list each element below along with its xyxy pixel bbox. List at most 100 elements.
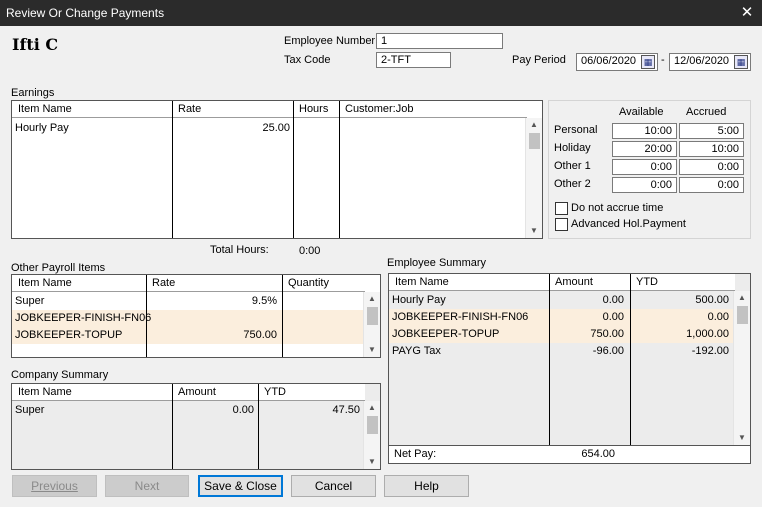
total-hours-label: Total Hours: [210, 244, 269, 256]
scroll-down-icon[interactable]: ▼ [734, 431, 750, 445]
close-icon[interactable]: ✕ [732, 0, 762, 26]
earnings-col-item: Item Name [12, 101, 172, 118]
employee-col-item: Item Name [389, 274, 549, 291]
pay-period-from-value: 06/06/2020 [581, 55, 637, 67]
do-not-accrue-checkbox[interactable] [555, 202, 568, 215]
previous-button[interactable]: Previous [12, 475, 97, 497]
save-close-button-label: Save & Close [204, 479, 277, 493]
save-close-button[interactable]: Save & Close [198, 475, 283, 497]
company-col-item: Item Name [12, 384, 172, 401]
leave-available-header: Available [619, 106, 664, 118]
leave-other1-available[interactable]: 0:00 [612, 159, 677, 175]
scroll-thumb[interactable] [737, 306, 748, 324]
company-summary-title: Company Summary [11, 369, 109, 381]
tax-code-label: Tax Code [284, 54, 331, 66]
employee-item: JOBKEEPER-FINISH-FN06 [392, 311, 529, 323]
other-payroll-scrollbar[interactable]: ▲ ▼ [363, 292, 380, 357]
leave-holiday-available[interactable]: 20:00 [612, 141, 677, 157]
advanced-hol-label: Advanced Hol.Payment [571, 218, 686, 230]
other-payroll-title: Other Payroll Items [11, 262, 106, 274]
employee-number-label: Employee Number [284, 35, 376, 47]
leave-personal-available[interactable]: 10:00 [612, 123, 677, 139]
leave-holiday-label: Holiday [554, 142, 591, 154]
company-col-amount: Amount [172, 384, 258, 401]
help-button-label: Help [414, 479, 439, 493]
net-pay-value: 654.00 [581, 448, 615, 460]
leave-other2-accrued[interactable]: 0:00 [679, 177, 744, 193]
other-payroll-item: JOBKEEPER-FINISH-FN06 [15, 312, 152, 324]
employee-scrollbar[interactable]: ▲ ▼ [733, 291, 750, 445]
leave-holiday-accrued[interactable]: 10:00 [679, 141, 744, 157]
scroll-thumb[interactable] [367, 307, 378, 325]
earnings-grid: Item Name Rate Hours Customer:Job Hourly… [11, 100, 543, 239]
other-payroll-item: Super [15, 295, 45, 307]
employee-summary-title: Employee Summary [387, 257, 487, 269]
scroll-down-icon[interactable]: ▼ [364, 455, 380, 469]
employee-name: Ifti C [12, 35, 59, 54]
earnings-rate: 25.00 [262, 122, 290, 134]
earnings-divider [339, 101, 340, 238]
leave-other1-accrued[interactable]: 0:00 [679, 159, 744, 175]
scroll-up-icon[interactable]: ▲ [526, 118, 542, 132]
pay-period-separator: - [661, 54, 665, 66]
pay-period-label: Pay Period [512, 54, 566, 66]
leave-accrued-header: Accrued [686, 106, 727, 118]
help-button[interactable]: Help [384, 475, 469, 497]
title-bar: Review Or Change Payments ✕ [0, 0, 762, 26]
tax-code-field[interactable]: 2-TFT [376, 52, 451, 68]
employee-number-field[interactable]: 1 [376, 33, 503, 49]
next-button-label: Next [134, 479, 160, 493]
company-summary-grid: Item Name Amount YTD Super 0.00 47.50 ▲ … [11, 383, 381, 470]
pay-period-to-value: 12/06/2020 [674, 55, 730, 67]
company-ytd: 47.50 [332, 404, 360, 416]
cancel-button[interactable]: Cancel [291, 475, 376, 497]
earnings-item: Hourly Pay [15, 122, 69, 134]
window-title: Review Or Change Payments [6, 6, 165, 20]
scroll-up-icon[interactable]: ▲ [734, 291, 750, 305]
company-col-ytd: YTD [258, 384, 365, 401]
other-payroll-col-item: Item Name [12, 275, 146, 292]
other-payroll-rate: 750.00 [243, 329, 277, 341]
do-not-accrue-label: Do not accrue time [571, 202, 664, 214]
leave-personal-accrued[interactable]: 5:00 [679, 123, 744, 139]
earnings-col-rate: Rate [172, 101, 293, 118]
earnings-col-job: Customer:Job [339, 101, 527, 118]
leave-other2-label: Other 2 [554, 178, 591, 190]
calendar-icon[interactable]: ▦ [641, 55, 655, 69]
company-divider [172, 384, 173, 469]
net-pay-label: Net Pay: [394, 448, 437, 460]
advanced-hol-checkbox[interactable] [555, 218, 568, 231]
employee-item: Hourly Pay [392, 294, 446, 306]
employee-ytd: 0.00 [707, 311, 729, 323]
other-payroll-item: JOBKEEPER-TOPUP [15, 329, 123, 341]
scroll-thumb[interactable] [529, 133, 540, 149]
calendar-icon[interactable]: ▦ [734, 55, 748, 69]
next-button[interactable]: Next [105, 475, 189, 497]
employee-item: PAYG Tax [392, 345, 441, 357]
employee-summary-grid: Item Name Amount YTD Hourly Pay 0.00 500… [388, 273, 751, 446]
employee-item: JOBKEEPER-TOPUP [392, 328, 500, 340]
cancel-button-label: Cancel [314, 479, 353, 493]
leave-other1-label: Other 1 [554, 160, 591, 172]
leave-other2-available[interactable]: 0:00 [612, 177, 677, 193]
employee-col-ytd: YTD [630, 274, 735, 291]
employee-col-amount: Amount [549, 274, 630, 291]
other-payroll-col-qty: Quantity [282, 275, 365, 292]
other-payroll-divider [282, 275, 283, 357]
leave-panel: Available Accrued Personal 10:00 5:00 Ho… [548, 100, 751, 239]
company-amount: 0.00 [232, 404, 254, 416]
earnings-divider [293, 101, 294, 238]
other-payroll-grid: Item Name Rate Quantity Super 9.5% JOBKE… [11, 274, 381, 358]
earnings-scrollbar[interactable]: ▲ ▼ [525, 118, 542, 238]
scroll-thumb[interactable] [367, 416, 378, 434]
other-payroll-rate: 9.5% [251, 295, 277, 307]
scroll-down-icon[interactable]: ▼ [364, 343, 380, 357]
scroll-up-icon[interactable]: ▲ [364, 401, 380, 415]
scroll-up-icon[interactable]: ▲ [364, 292, 380, 306]
leave-personal-label: Personal [554, 124, 598, 136]
employee-ytd: 500.00 [695, 294, 729, 306]
scroll-down-icon[interactable]: ▼ [526, 224, 542, 238]
employee-amount: -96.00 [592, 345, 624, 357]
net-pay-bar: Net Pay: 654.00 [388, 446, 751, 464]
company-scrollbar[interactable]: ▲ ▼ [363, 401, 380, 469]
